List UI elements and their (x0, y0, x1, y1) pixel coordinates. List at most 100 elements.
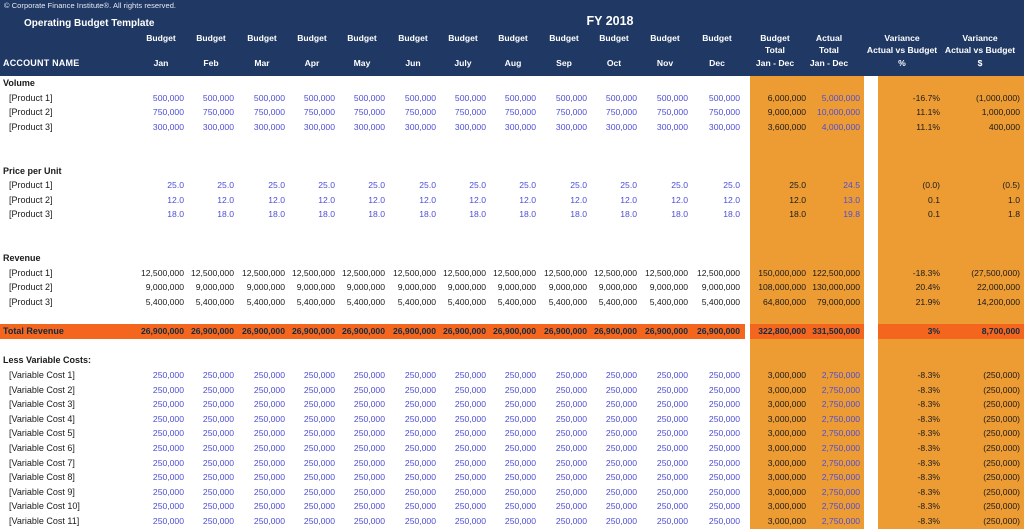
cell-month-nov[interactable]: 250,000 (642, 368, 688, 383)
cell-month-sep[interactable]: 250,000 (541, 470, 587, 485)
cell-month-oct[interactable]: 250,000 (591, 383, 637, 398)
cell-month-july[interactable]: 250,000 (440, 499, 486, 514)
cell-month-jun[interactable]: 250,000 (390, 485, 436, 500)
cell-budget-total[interactable]: 3,000,000 (752, 441, 806, 456)
cell-month-oct[interactable]: 250,000 (591, 368, 637, 383)
cell-month-apr[interactable]: 300,000 (289, 120, 335, 135)
cell-month-aug[interactable]: 25.0 (490, 178, 536, 193)
cell-month-feb[interactable]: 250,000 (188, 514, 234, 529)
cell-month-feb[interactable]: 18.0 (188, 207, 234, 222)
cell-month-dec[interactable]: 9,000,000 (694, 280, 740, 295)
total-cell-month-dec[interactable]: 26,900,000 (694, 324, 740, 339)
cell-month-july[interactable]: 250,000 (440, 456, 486, 471)
cell-month-mar[interactable]: 250,000 (239, 470, 285, 485)
cell-budget-total[interactable]: 3,000,000 (752, 426, 806, 441)
cell-month-jun[interactable]: 250,000 (390, 456, 436, 471)
cell-month-jun[interactable]: 250,000 (390, 441, 436, 456)
cell-month-july[interactable]: 500,000 (440, 91, 486, 106)
cell-month-july[interactable]: 250,000 (440, 397, 486, 412)
cell-month-sep[interactable]: 250,000 (541, 514, 587, 529)
cell-month-apr[interactable]: 12.0 (289, 193, 335, 208)
cell-budget-total[interactable]: 3,000,000 (752, 412, 806, 427)
cell-actual-total[interactable]: 19.8 (806, 207, 860, 222)
cell-month-dec[interactable]: 25.0 (694, 178, 740, 193)
cell-month-nov[interactable]: 250,000 (642, 485, 688, 500)
cell-month-sep[interactable]: 250,000 (541, 412, 587, 427)
cell-month-nov[interactable]: 250,000 (642, 514, 688, 529)
total-cell-month-sep[interactable]: 26,900,000 (541, 324, 587, 339)
cell-month-aug[interactable]: 12.0 (490, 193, 536, 208)
cell-month-july[interactable]: 250,000 (440, 470, 486, 485)
cell-variance-pct[interactable]: -8.3% (880, 426, 940, 441)
cell-month-july[interactable]: 250,000 (440, 426, 486, 441)
cell-variance-dollar[interactable]: (250,000) (950, 514, 1020, 529)
cell-actual-total[interactable]: 2,750,000 (806, 368, 860, 383)
cell-month-may[interactable]: 25.0 (339, 178, 385, 193)
cell-month-may[interactable]: 250,000 (339, 456, 385, 471)
cell-actual-total[interactable]: 130,000,000 (806, 280, 860, 295)
cell-month-dec[interactable]: 750,000 (694, 105, 740, 120)
cell-month-may[interactable]: 250,000 (339, 368, 385, 383)
cell-month-apr[interactable]: 500,000 (289, 91, 335, 106)
total-cell-month-may[interactable]: 26,900,000 (339, 324, 385, 339)
cell-month-jan[interactable]: 250,000 (138, 470, 184, 485)
cell-month-july[interactable]: 250,000 (440, 383, 486, 398)
cell-variance-pct[interactable]: -8.3% (880, 368, 940, 383)
cell-month-aug[interactable]: 250,000 (490, 499, 536, 514)
cell-month-dec[interactable]: 250,000 (694, 426, 740, 441)
total-cell-month-mar[interactable]: 26,900,000 (239, 324, 285, 339)
total-cell-month-aug[interactable]: 26,900,000 (490, 324, 536, 339)
cell-variance-dollar[interactable]: (250,000) (950, 456, 1020, 471)
cell-variance-dollar[interactable]: (27,500,000) (950, 266, 1020, 281)
cell-month-jan[interactable]: 250,000 (138, 412, 184, 427)
cell-month-apr[interactable]: 750,000 (289, 105, 335, 120)
cell-month-dec[interactable]: 250,000 (694, 499, 740, 514)
cell-month-sep[interactable]: 5,400,000 (541, 295, 587, 310)
cell-variance-dollar[interactable]: (250,000) (950, 426, 1020, 441)
cell-month-feb[interactable]: 250,000 (188, 397, 234, 412)
cell-month-mar[interactable]: 250,000 (239, 441, 285, 456)
cell-month-jun[interactable]: 250,000 (390, 397, 436, 412)
total-cell-variance-dollar[interactable]: 8,700,000 (950, 324, 1020, 339)
cell-month-may[interactable]: 750,000 (339, 105, 385, 120)
cell-month-feb[interactable]: 250,000 (188, 441, 234, 456)
cell-variance-pct[interactable]: -16.7% (880, 91, 940, 106)
cell-month-oct[interactable]: 18.0 (591, 207, 637, 222)
cell-month-dec[interactable]: 250,000 (694, 485, 740, 500)
cell-month-jun[interactable]: 9,000,000 (390, 280, 436, 295)
cell-month-may[interactable]: 250,000 (339, 441, 385, 456)
cell-month-july[interactable]: 250,000 (440, 412, 486, 427)
cell-month-may[interactable]: 9,000,000 (339, 280, 385, 295)
cell-month-feb[interactable]: 250,000 (188, 426, 234, 441)
cell-month-july[interactable]: 750,000 (440, 105, 486, 120)
cell-month-jun[interactable]: 250,000 (390, 514, 436, 529)
cell-actual-total[interactable]: 10,000,000 (806, 105, 860, 120)
cell-month-mar[interactable]: 250,000 (239, 412, 285, 427)
cell-month-jan[interactable]: 250,000 (138, 514, 184, 529)
cell-month-jun[interactable]: 300,000 (390, 120, 436, 135)
cell-month-may[interactable]: 12.0 (339, 193, 385, 208)
cell-month-jan[interactable]: 5,400,000 (138, 295, 184, 310)
cell-actual-total[interactable]: 2,750,000 (806, 397, 860, 412)
cell-variance-pct[interactable]: 20.4% (880, 280, 940, 295)
cell-month-nov[interactable]: 250,000 (642, 441, 688, 456)
cell-month-feb[interactable]: 250,000 (188, 412, 234, 427)
cell-month-jun[interactable]: 18.0 (390, 207, 436, 222)
cell-month-feb[interactable]: 250,000 (188, 499, 234, 514)
cell-month-feb[interactable]: 250,000 (188, 456, 234, 471)
total-cell-month-apr[interactable]: 26,900,000 (289, 324, 335, 339)
cell-month-feb[interactable]: 5,400,000 (188, 295, 234, 310)
cell-month-aug[interactable]: 250,000 (490, 441, 536, 456)
cell-variance-dollar[interactable]: (1,000,000) (950, 91, 1020, 106)
cell-month-apr[interactable]: 18.0 (289, 207, 335, 222)
cell-month-sep[interactable]: 12.0 (541, 193, 587, 208)
cell-month-jun[interactable]: 250,000 (390, 383, 436, 398)
cell-actual-total[interactable]: 79,000,000 (806, 295, 860, 310)
cell-month-apr[interactable]: 250,000 (289, 470, 335, 485)
cell-month-jun[interactable]: 5,400,000 (390, 295, 436, 310)
cell-budget-total[interactable]: 108,000,000 (752, 280, 806, 295)
cell-month-dec[interactable]: 250,000 (694, 412, 740, 427)
cell-month-mar[interactable]: 18.0 (239, 207, 285, 222)
cell-month-oct[interactable]: 5,400,000 (591, 295, 637, 310)
cell-month-jun[interactable]: 12.0 (390, 193, 436, 208)
